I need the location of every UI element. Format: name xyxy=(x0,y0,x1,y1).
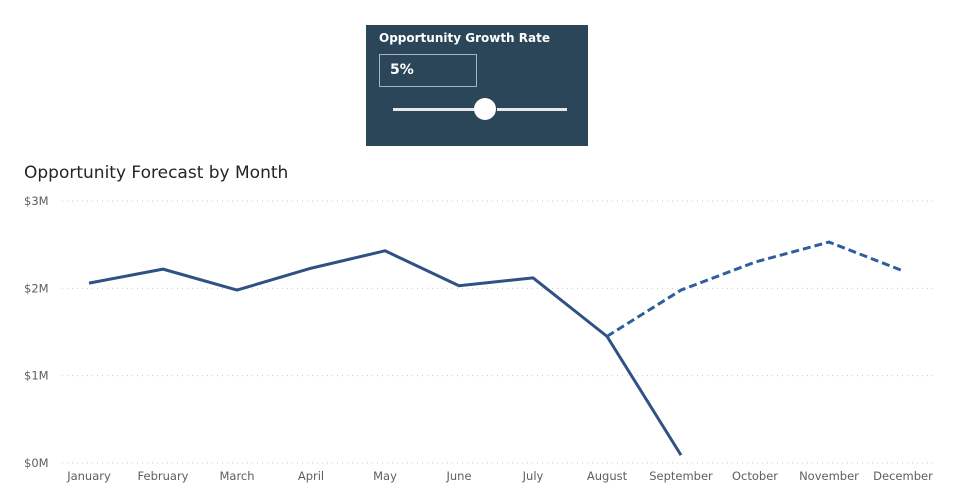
series-line-forecast[interactable] xyxy=(606,240,904,338)
y-tick-label: $3M xyxy=(24,194,49,208)
x-tick-label: May xyxy=(373,469,397,483)
x-tick-label: October xyxy=(732,469,778,483)
y-tick-label: $1M xyxy=(24,369,49,383)
x-tick-label: July xyxy=(522,469,544,483)
x-tick-label: November xyxy=(799,469,859,483)
x-tick-label: June xyxy=(445,469,471,483)
x-tick-label: January xyxy=(66,469,111,483)
x-tick-label: February xyxy=(138,469,189,483)
y-tick-label: $0M xyxy=(24,456,49,470)
y-tick-label: $2M xyxy=(24,281,49,295)
x-tick-label: December xyxy=(873,469,933,483)
x-tick-label: August xyxy=(587,469,628,483)
series-line-actual[interactable] xyxy=(88,249,683,456)
x-tick-label: April xyxy=(298,469,324,483)
x-tick-label: September xyxy=(649,469,713,483)
x-tick-label: March xyxy=(219,469,254,483)
line-chart: $0M $1M $2M $3M January February March April Ma… xyxy=(24,194,934,483)
